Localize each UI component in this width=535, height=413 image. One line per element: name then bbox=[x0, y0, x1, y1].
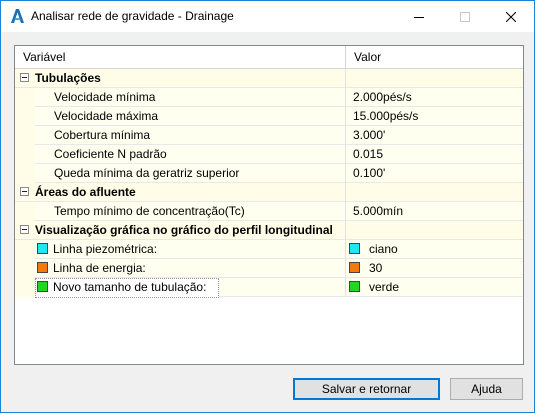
property-label: Tempo mínimo de concentração(Tc) bbox=[54, 204, 245, 218]
category-label: Visualização gráfica no gráfico do perfi… bbox=[35, 223, 333, 237]
column-header-variable[interactable]: Variável bbox=[15, 46, 346, 68]
close-button[interactable] bbox=[488, 1, 534, 32]
color-swatch-icon bbox=[37, 243, 48, 254]
property-label: Velocidade mínima bbox=[54, 90, 156, 104]
category-label: Tubulações bbox=[35, 71, 101, 85]
property-label: Linha de energia: bbox=[53, 261, 146, 275]
property-row[interactable]: Tempo mínimo de concentração(Tc) 5.000mí… bbox=[15, 202, 523, 221]
close-icon bbox=[506, 11, 516, 22]
property-value[interactable]: ciano bbox=[369, 242, 398, 256]
property-row[interactable]: Cobertura mínima 3.000' bbox=[15, 126, 523, 145]
collapse-toggle-icon[interactable] bbox=[20, 73, 29, 82]
grid-header: Variável Valor bbox=[15, 46, 523, 69]
property-label: Velocidade máxima bbox=[54, 109, 159, 123]
color-swatch-icon bbox=[349, 243, 360, 254]
collapse-toggle-icon[interactable] bbox=[20, 187, 29, 196]
save-and-return-button[interactable]: Salvar e retornar bbox=[293, 378, 440, 400]
property-row[interactable]: Velocidade mínima 2.000pés/s bbox=[15, 88, 523, 107]
property-label: Cobertura mínima bbox=[54, 128, 151, 142]
collapse-toggle-icon[interactable] bbox=[20, 225, 29, 234]
property-label: Linha piezométrica: bbox=[53, 242, 158, 256]
property-value[interactable]: 5.000mín bbox=[353, 204, 403, 218]
property-label: Novo tamanho de tubulação: bbox=[53, 280, 207, 294]
maximize-button[interactable] bbox=[442, 1, 488, 32]
property-row[interactable]: Linha de energia: 30 bbox=[15, 259, 523, 278]
property-value[interactable]: 15.000pés/s bbox=[353, 109, 418, 123]
category-row-visualizacao[interactable]: Visualização gráfica no gráfico do perfi… bbox=[15, 221, 523, 240]
category-row-areas-do-afluente[interactable]: Áreas do afluente bbox=[15, 183, 523, 202]
category-row-tubulacoes[interactable]: Tubulações bbox=[15, 69, 523, 88]
autocad-a-icon bbox=[9, 8, 25, 24]
category-label: Áreas do afluente bbox=[35, 185, 136, 199]
dialog-window: Analisar rede de gravidade - Drainage Va… bbox=[0, 0, 535, 413]
property-value[interactable]: 0.100' bbox=[353, 166, 385, 180]
minimize-icon bbox=[414, 12, 424, 22]
color-swatch-icon bbox=[349, 281, 360, 292]
property-row-selected[interactable]: Novo tamanho de tubulação: verde bbox=[15, 278, 523, 298]
property-value[interactable]: 3.000' bbox=[353, 128, 385, 142]
property-value[interactable]: 2.000pés/s bbox=[353, 90, 412, 104]
property-value[interactable]: 0.015 bbox=[353, 147, 383, 161]
maximize-icon bbox=[460, 11, 470, 22]
column-header-value[interactable]: Valor bbox=[346, 46, 523, 68]
property-row[interactable]: Velocidade máxima 15.000pés/s bbox=[15, 107, 523, 126]
minimize-button[interactable] bbox=[396, 1, 442, 32]
color-swatch-icon bbox=[37, 281, 48, 292]
property-label: Coeficiente N padrão bbox=[54, 147, 167, 161]
property-label: Queda mínima da geratriz superior bbox=[54, 166, 240, 180]
property-row[interactable]: Linha piezométrica: ciano bbox=[15, 240, 523, 259]
property-row[interactable]: Queda mínima da geratriz superior 0.100' bbox=[15, 164, 523, 183]
property-grid[interactable]: Variável Valor Tubulações Velocidade mín… bbox=[14, 45, 524, 365]
window-title: Analisar rede de gravidade - Drainage bbox=[31, 9, 234, 23]
color-swatch-icon bbox=[349, 262, 360, 273]
property-row[interactable]: Coeficiente N padrão 0.015 bbox=[15, 145, 523, 164]
property-value[interactable]: 30 bbox=[369, 261, 382, 275]
help-button[interactable]: Ajuda bbox=[450, 378, 523, 400]
title-bar[interactable]: Analisar rede de gravidade - Drainage bbox=[1, 1, 534, 32]
color-swatch-icon bbox=[37, 262, 48, 273]
property-value[interactable]: verde bbox=[369, 280, 399, 294]
